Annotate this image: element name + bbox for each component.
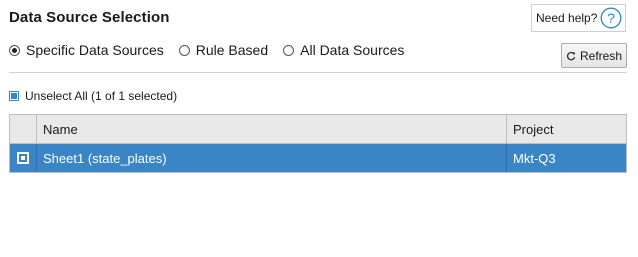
unselect-all-toggle[interactable]: Unselect All (1 of 1 selected) xyxy=(9,89,177,103)
unselect-all-checkbox[interactable] xyxy=(9,91,19,101)
radio-label: All Data Sources xyxy=(300,42,405,58)
radio-specific-data-sources[interactable]: Specific Data Sources xyxy=(9,42,164,58)
row-name-cell: Sheet1 (state_plates) xyxy=(37,144,507,172)
radio-indicator[interactable] xyxy=(283,44,295,56)
row-checkbox[interactable] xyxy=(17,152,29,164)
help-question-icon: ? xyxy=(600,7,622,29)
radio-indicator[interactable] xyxy=(178,44,190,56)
page-title: Data Source Selection xyxy=(9,9,170,26)
help-button[interactable]: Need help? ? xyxy=(531,4,626,32)
column-header-name[interactable]: Name xyxy=(37,115,507,143)
svg-text:?: ? xyxy=(607,10,615,26)
selection-mode-group: Specific Data Sources Rule Based All Dat… xyxy=(9,42,419,58)
refresh-label: Refresh xyxy=(579,48,623,63)
radio-selected-indicator[interactable] xyxy=(9,44,20,56)
data-source-table: Name Project Sheet1 (state_plates) Mkt-Q… xyxy=(9,114,627,173)
unselect-all-label: Unselect All (1 of 1 selected) xyxy=(25,89,178,103)
radio-all-data-sources[interactable]: All Data Sources xyxy=(283,42,404,58)
column-header-project[interactable]: Project xyxy=(507,115,626,143)
refresh-button[interactable]: Refresh xyxy=(561,43,627,68)
radio-label: Specific Data Sources xyxy=(26,42,164,58)
radio-rule-based[interactable]: Rule Based xyxy=(178,42,269,58)
row-project-cell: Mkt-Q3 xyxy=(513,150,556,166)
row-check-cell[interactable] xyxy=(10,144,37,172)
table-header-row: Name Project xyxy=(10,115,626,144)
refresh-icon xyxy=(566,51,576,60)
help-label: Need help? xyxy=(536,11,598,25)
table-row[interactable]: Sheet1 (state_plates) Mkt-Q3 xyxy=(10,144,626,172)
section-divider xyxy=(9,72,627,73)
header-check-column xyxy=(10,115,37,143)
radio-label: Rule Based xyxy=(195,42,269,58)
